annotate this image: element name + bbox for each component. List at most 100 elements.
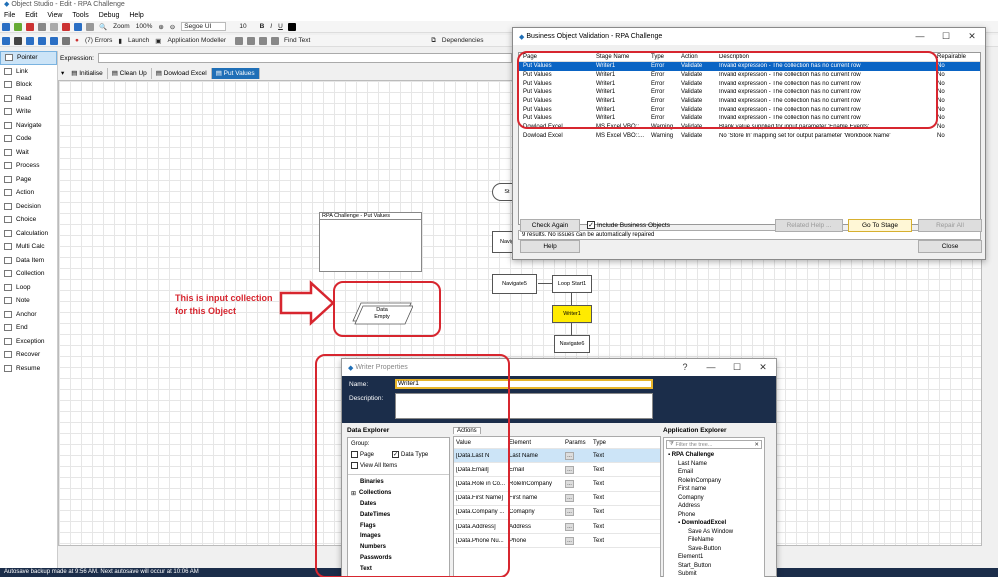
palette-item-choice[interactable]: Choice — [0, 213, 57, 227]
palette-item-recover[interactable]: Recover — [0, 348, 57, 362]
palette-item-decision[interactable]: Decision — [0, 200, 57, 214]
tree-node[interactable]: Start_Button — [668, 562, 764, 571]
navigate5-stage[interactable]: Navigate5 — [492, 274, 537, 294]
tree-node[interactable]: First name — [668, 485, 764, 494]
palette-item-page[interactable]: Page — [0, 173, 57, 187]
expression-input[interactable] — [97, 53, 512, 63]
collection-stage-data[interactable]: Data Empty — [359, 305, 405, 323]
params-button[interactable]: … — [565, 522, 574, 531]
step-out-icon[interactable] — [50, 36, 58, 45]
tab-initialise[interactable]: ▤ Initialise — [67, 67, 108, 79]
palette-item-wait[interactable]: Wait — [0, 146, 57, 160]
check-again-button[interactable]: Check Again — [520, 219, 580, 232]
params-button[interactable]: … — [565, 479, 574, 488]
pause-icon[interactable] — [14, 36, 22, 45]
params-button[interactable]: … — [565, 451, 574, 460]
params-button[interactable]: … — [565, 536, 574, 545]
menu-debug[interactable]: Debug — [99, 12, 120, 19]
help-button[interactable]: Help — [520, 240, 580, 253]
menu-edit[interactable]: Edit — [25, 12, 37, 19]
step-over-icon[interactable] — [38, 36, 46, 45]
params-cell[interactable]: … — [565, 451, 593, 460]
reset-icon[interactable] — [62, 36, 70, 45]
tree-node[interactable]: Phone — [668, 511, 764, 520]
menu-tools[interactable]: Tools — [72, 12, 88, 19]
palette-item-action[interactable]: Action — [0, 186, 57, 200]
tree-node[interactable]: Save-Button — [668, 545, 764, 554]
tree-node[interactable]: Address — [668, 502, 764, 511]
font-size-select[interactable]: 10 — [239, 23, 246, 30]
menu-file[interactable]: File — [4, 12, 15, 19]
table-row[interactable]: Dowload Excel MS Excel VBO::... Warning Val… — [519, 132, 980, 141]
palette-item-collection[interactable]: Collection — [0, 267, 57, 281]
minimize-icon[interactable]: — — [907, 31, 933, 42]
repair-all-button[interactable]: Repair All — [918, 219, 982, 232]
redo-icon[interactable] — [86, 22, 94, 31]
palette-item-read[interactable]: Read — [0, 92, 57, 106]
tree-node[interactable]: Email — [668, 468, 764, 477]
tree-node[interactable]: Save As Window — [668, 528, 764, 537]
app-modeller-button[interactable]: Application Modeller — [167, 37, 226, 44]
palette-item-write[interactable]: Write — [0, 105, 57, 119]
bold-button[interactable]: B — [260, 23, 265, 30]
grid-icon[interactable] — [259, 36, 267, 45]
palette-item-resume[interactable]: Resume — [0, 362, 57, 376]
menu-help[interactable]: Help — [129, 12, 143, 19]
errors-button[interactable]: (7) Errors — [85, 37, 112, 44]
paste-icon[interactable] — [50, 22, 58, 31]
tree-node[interactable]: Submit — [668, 570, 764, 577]
palette-item-multi-calc[interactable]: Multi Calc — [0, 240, 57, 254]
undo-icon[interactable] — [74, 22, 82, 31]
color-icon[interactable] — [287, 22, 296, 31]
tree-node[interactable]: RoleInCompany — [668, 477, 764, 486]
filter-input[interactable]: ⧩ Filter the tree... ✕ — [666, 440, 762, 449]
params-cell[interactable]: … — [565, 494, 593, 503]
palette-item-code[interactable]: Code — [0, 132, 57, 146]
include-bo-option[interactable]: ✓ Include Business Objects — [587, 221, 670, 229]
close-button[interactable]: Close — [918, 240, 982, 253]
palette-item-anchor[interactable]: Anchor — [0, 308, 57, 322]
palette-item-data-item[interactable]: Data Item — [0, 254, 57, 268]
palette-item-block[interactable]: Block — [0, 78, 57, 92]
palette-item-navigate[interactable]: Navigate — [0, 119, 57, 133]
maximize-icon[interactable]: ☐ — [724, 362, 750, 373]
launch-button[interactable]: Launch — [128, 37, 149, 44]
loop-start-stage[interactable]: Loop Start1 — [552, 275, 592, 293]
tree-node[interactable]: ▪ RPA Challenge — [668, 451, 764, 460]
palette-item-process[interactable]: Process — [0, 159, 57, 173]
palette-item-note[interactable]: Note — [0, 294, 57, 308]
cut-icon[interactable] — [26, 22, 34, 31]
params-button[interactable]: … — [565, 508, 574, 517]
col-repairable[interactable]: Repairable — [937, 54, 977, 60]
params-cell[interactable]: … — [565, 465, 593, 474]
step-icon[interactable] — [26, 36, 34, 45]
tree-node[interactable]: Comapny — [668, 494, 764, 503]
underline-button[interactable]: U — [278, 23, 283, 30]
minimize-icon[interactable]: — — [698, 362, 724, 373]
params-cell[interactable]: … — [565, 508, 593, 517]
zoom-in-icon[interactable]: ⊕ — [158, 23, 163, 31]
params-button[interactable]: … — [565, 494, 574, 503]
palette-item-pointer[interactable]: Pointer — [0, 51, 57, 65]
navigate6-stage[interactable]: Navigate6 — [554, 335, 590, 353]
font-select[interactable]: Segoe UI — [181, 22, 227, 31]
include-bo-checkbox[interactable]: ✓ — [587, 221, 595, 229]
tab-dropdown-icon[interactable]: ▾ — [58, 69, 67, 77]
close-icon[interactable]: ✕ — [750, 362, 776, 373]
palette-item-end[interactable]: End — [0, 321, 57, 335]
zoom-select[interactable]: 100% — [136, 23, 153, 30]
find-text-button[interactable]: Find Text — [284, 37, 310, 44]
zoom-out-icon[interactable]: ⊖ — [170, 23, 175, 31]
palette-item-calculation[interactable]: Calculation — [0, 227, 57, 241]
tab-clean-up[interactable]: ▤ Clean Up — [108, 67, 152, 79]
tree-node[interactable]: ▪ DownloadExcel — [668, 519, 764, 528]
writer1-stage[interactable]: Writer1 — [552, 305, 592, 323]
copy-icon[interactable] — [38, 22, 46, 31]
clear-filter-icon[interactable]: ✕ — [754, 442, 761, 448]
print-icon[interactable] — [14, 22, 22, 31]
tree-node[interactable]: Last Name — [668, 460, 764, 469]
related-help-button[interactable]: Related Help ... — [775, 219, 843, 232]
tab-put-values[interactable]: ▤ Put Values — [211, 67, 260, 79]
save-icon[interactable] — [2, 22, 10, 31]
go-to-stage-button[interactable]: Go To Stage — [848, 219, 912, 232]
